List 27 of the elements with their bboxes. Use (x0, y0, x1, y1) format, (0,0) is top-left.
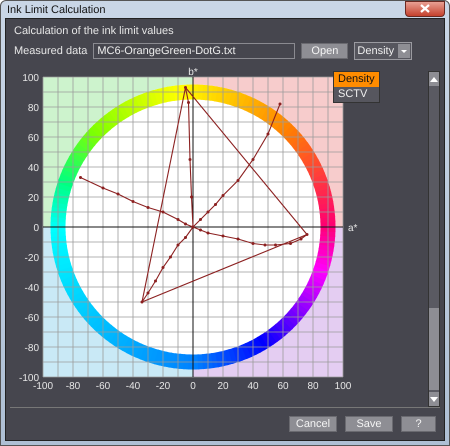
x-tick-label: -40 (126, 381, 140, 392)
x-tick-label: -20 (156, 381, 170, 392)
y-tick-label: -100 (18, 373, 39, 384)
y-tick-label: 20 (28, 193, 39, 204)
y-tick-label: -20 (24, 253, 39, 264)
x-tick-label: 40 (247, 381, 259, 392)
y-tick-label: 100 (22, 73, 39, 84)
y-axis-label: b* (188, 67, 198, 78)
x-tick-label: 100 (334, 381, 352, 392)
section-title: Calculation of the ink limit values (13, 24, 175, 39)
x-tick-label: -100 (33, 381, 53, 392)
y-tick-label: -40 (24, 283, 39, 294)
y-tick-label: 0 (33, 223, 39, 234)
y-tick-label: -60 (24, 313, 39, 324)
x-tick-label: -60 (96, 381, 110, 392)
field-label: Measured data (14, 45, 88, 57)
y-tick-label: 80 (28, 103, 39, 114)
x-tick-label: 0 (190, 381, 196, 392)
x-tick-label: 60 (277, 381, 289, 392)
window-title: Ink Limit Calculation (6, 4, 106, 16)
y-tick-label: 40 (28, 163, 39, 174)
x-axis-label: a* (348, 223, 358, 234)
y-tick-label: 60 (28, 133, 39, 144)
y-tick-label: -80 (24, 343, 39, 354)
x-tick-label: 20 (217, 381, 229, 392)
x-tick-label: -80 (66, 381, 80, 392)
x-tick-label: 80 (307, 381, 319, 392)
